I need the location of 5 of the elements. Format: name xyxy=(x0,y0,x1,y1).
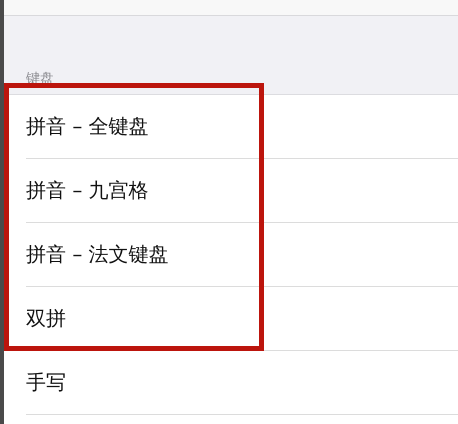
keyboard-option[interactable]: 拼音 – 九宫格 xyxy=(26,177,149,204)
keyboard-option[interactable]: 拼音 – 法文键盘 xyxy=(26,241,169,268)
keyboard-option[interactable]: 拼音 – 全键盘 xyxy=(26,113,149,140)
keyboard-option[interactable]: 手写 xyxy=(26,369,66,396)
keyboard-option[interactable]: 双拼 xyxy=(26,305,66,332)
